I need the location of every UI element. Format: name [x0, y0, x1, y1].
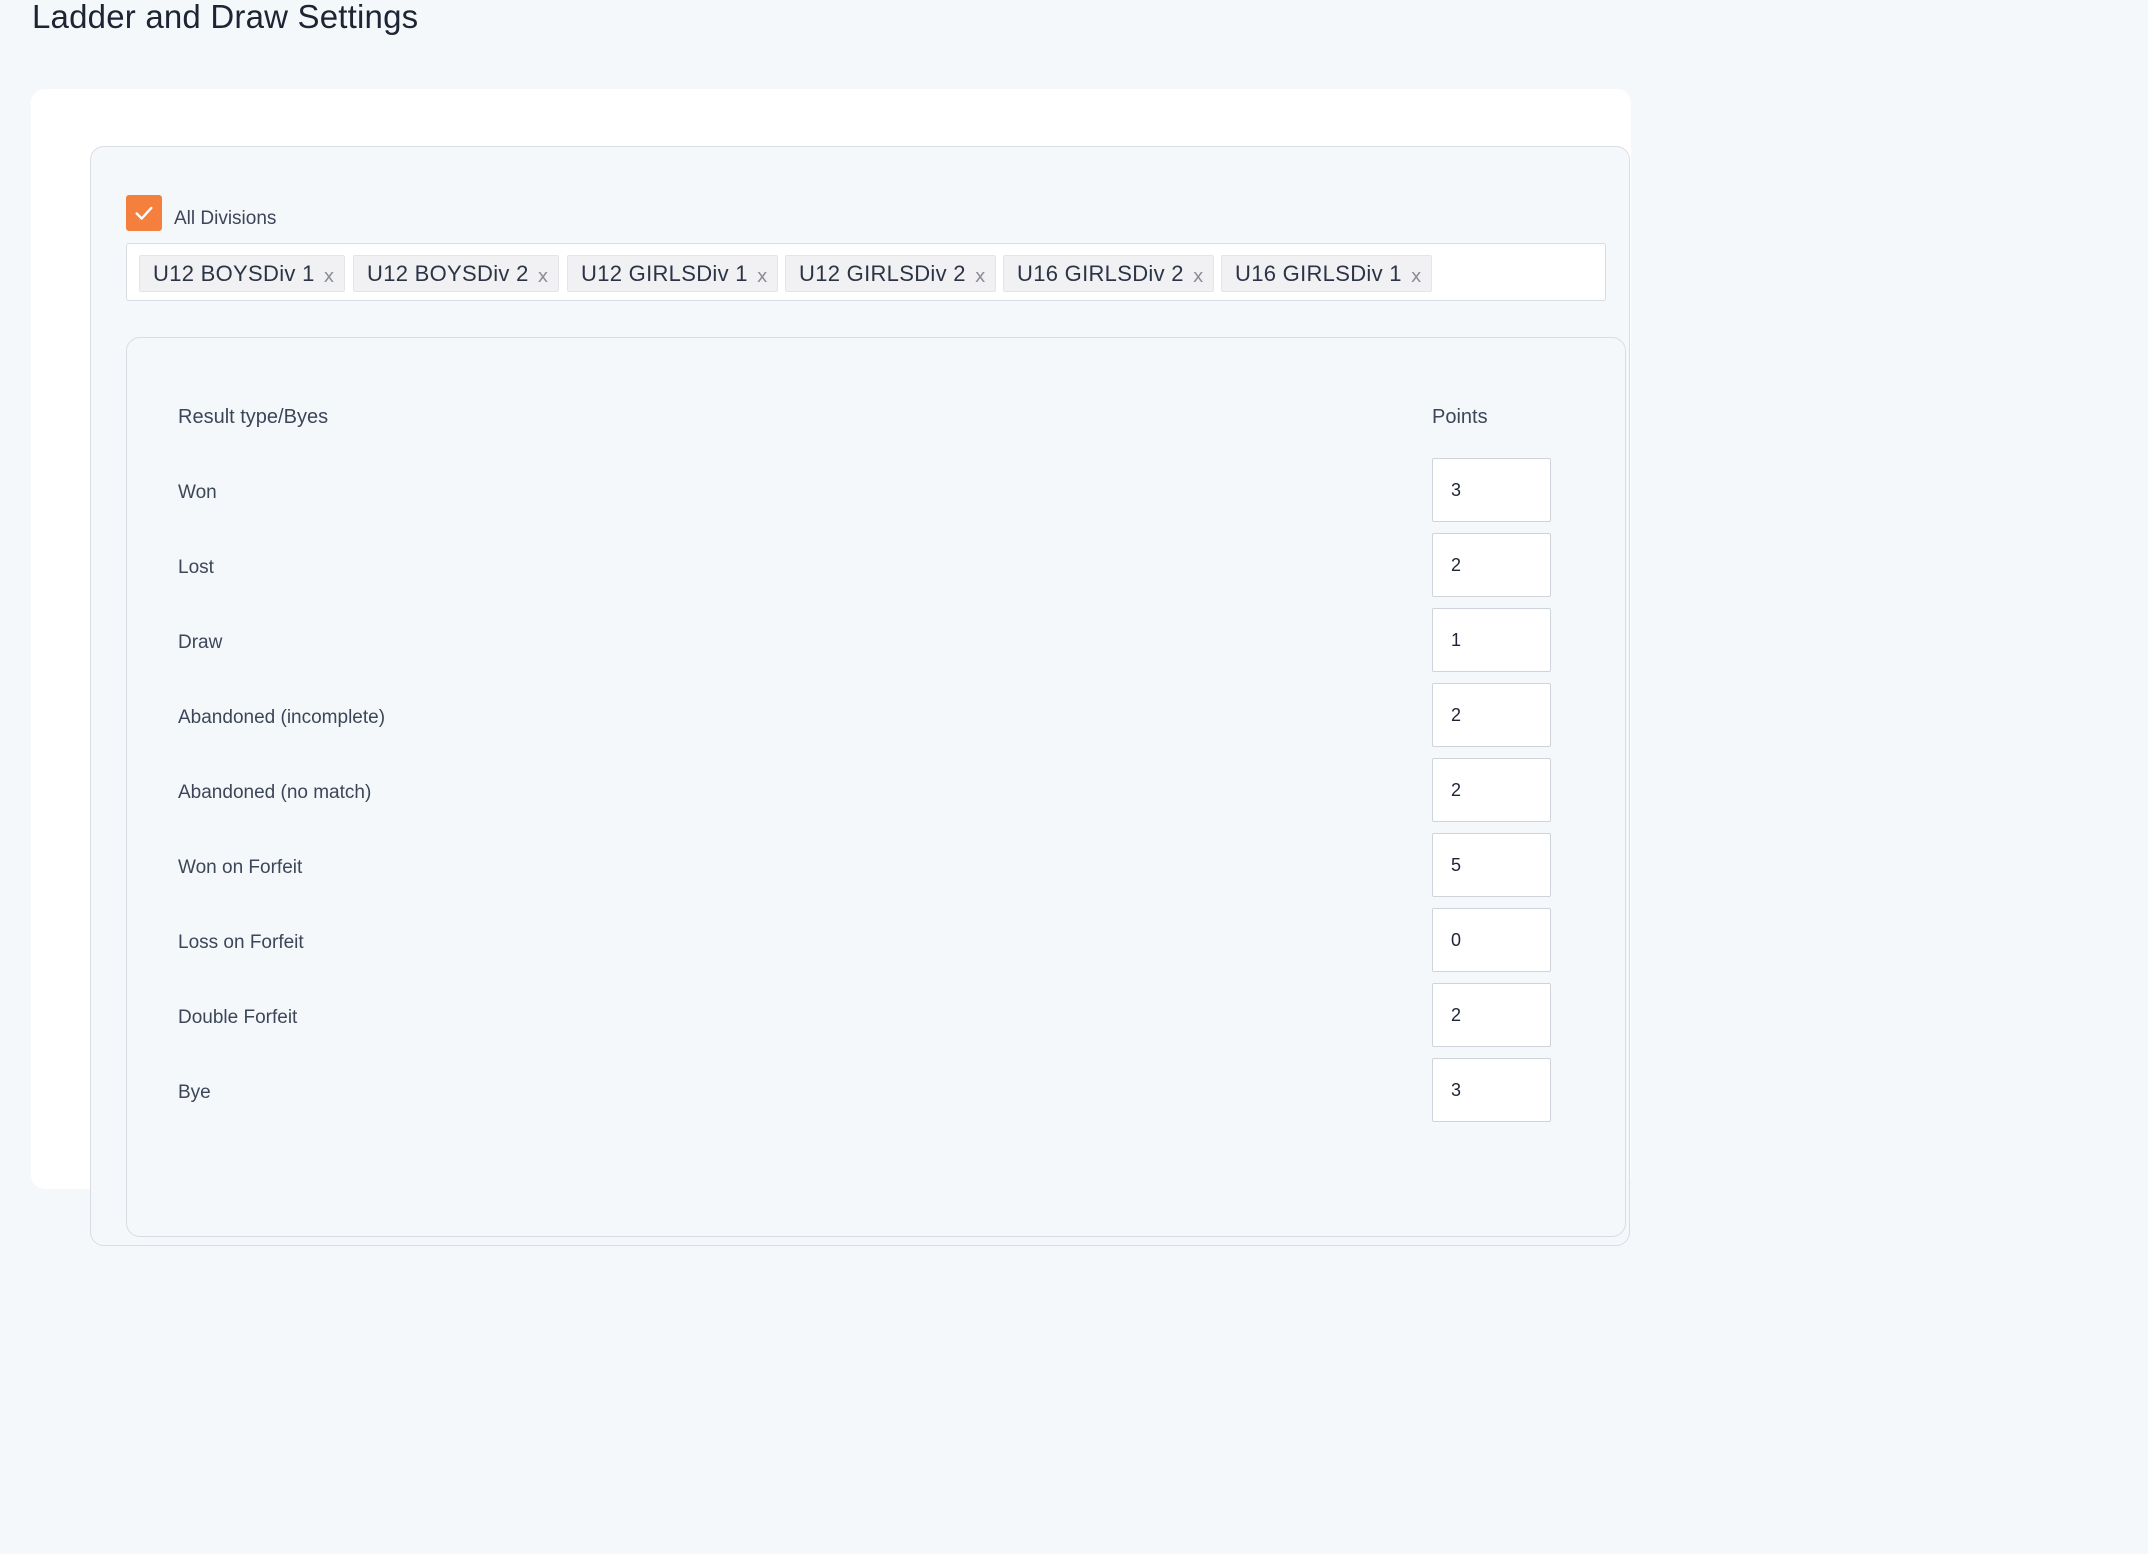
- all-divisions-checkbox[interactable]: [126, 195, 162, 231]
- all-divisions-label[interactable]: All Divisions: [174, 208, 276, 230]
- points-input-won-on-forfeit[interactable]: [1432, 833, 1551, 897]
- division-tag: U12 BOYSDiv 2 x: [353, 255, 559, 292]
- points-header: Points: [1432, 406, 1488, 428]
- close-icon[interactable]: x: [324, 266, 335, 287]
- division-tag-label: U16 GIRLSDiv 2: [1017, 260, 1184, 286]
- row-label-draw: Draw: [178, 632, 223, 653]
- division-multiselect[interactable]: U12 BOYSDiv 1 x U12 BOYSDiv 2 x U12 GIRL…: [126, 243, 1606, 301]
- page-title: Ladder and Draw Settings: [32, 0, 419, 35]
- division-tag: U12 GIRLSDiv 2 x: [785, 255, 996, 292]
- row-label-lost: Lost: [178, 557, 214, 578]
- row-label-double-forfeit: Double Forfeit: [178, 1007, 298, 1028]
- points-input-double-forfeit[interactable]: [1432, 983, 1551, 1047]
- close-icon[interactable]: x: [757, 266, 768, 287]
- points-input-loss-on-forfeit[interactable]: [1432, 908, 1551, 972]
- division-tag: U12 GIRLSDiv 1 x: [567, 255, 778, 292]
- row-label-won: Won: [178, 482, 217, 503]
- division-tag-label: U12 BOYSDiv 1: [153, 260, 315, 286]
- points-input-abandoned-no-match[interactable]: [1432, 758, 1551, 822]
- division-tag: U16 GIRLSDiv 1 x: [1221, 255, 1432, 292]
- close-icon[interactable]: x: [538, 266, 549, 287]
- points-input-lost[interactable]: [1432, 533, 1551, 597]
- points-input-bye[interactable]: [1432, 1058, 1551, 1122]
- division-tag-label: U16 GIRLSDiv 1: [1235, 260, 1402, 286]
- row-label-abandoned-no-match: Abandoned (no match): [178, 782, 372, 803]
- points-input-abandoned-incomplete[interactable]: [1432, 683, 1551, 747]
- division-tag-label: U12 BOYSDiv 2: [367, 260, 529, 286]
- check-icon: [135, 206, 153, 220]
- division-tag-label: U12 GIRLSDiv 2: [799, 260, 966, 286]
- close-icon[interactable]: x: [1193, 266, 1204, 287]
- row-label-loss-on-forfeit: Loss on Forfeit: [178, 932, 304, 953]
- row-label-abandoned-incomplete: Abandoned (incomplete): [178, 707, 386, 728]
- close-icon[interactable]: x: [975, 266, 986, 287]
- row-label-won-on-forfeit: Won on Forfeit: [178, 857, 303, 878]
- division-tag: U12 BOYSDiv 1 x: [139, 255, 345, 292]
- division-tag-label: U12 GIRLSDiv 1: [581, 260, 748, 286]
- row-label-bye: Bye: [178, 1082, 211, 1103]
- result-type-header: Result type/Byes: [178, 406, 329, 428]
- points-input-won[interactable]: [1432, 458, 1551, 522]
- close-icon[interactable]: x: [1411, 266, 1422, 287]
- points-input-draw[interactable]: [1432, 608, 1551, 672]
- division-tag: U16 GIRLSDiv 2 x: [1003, 255, 1214, 292]
